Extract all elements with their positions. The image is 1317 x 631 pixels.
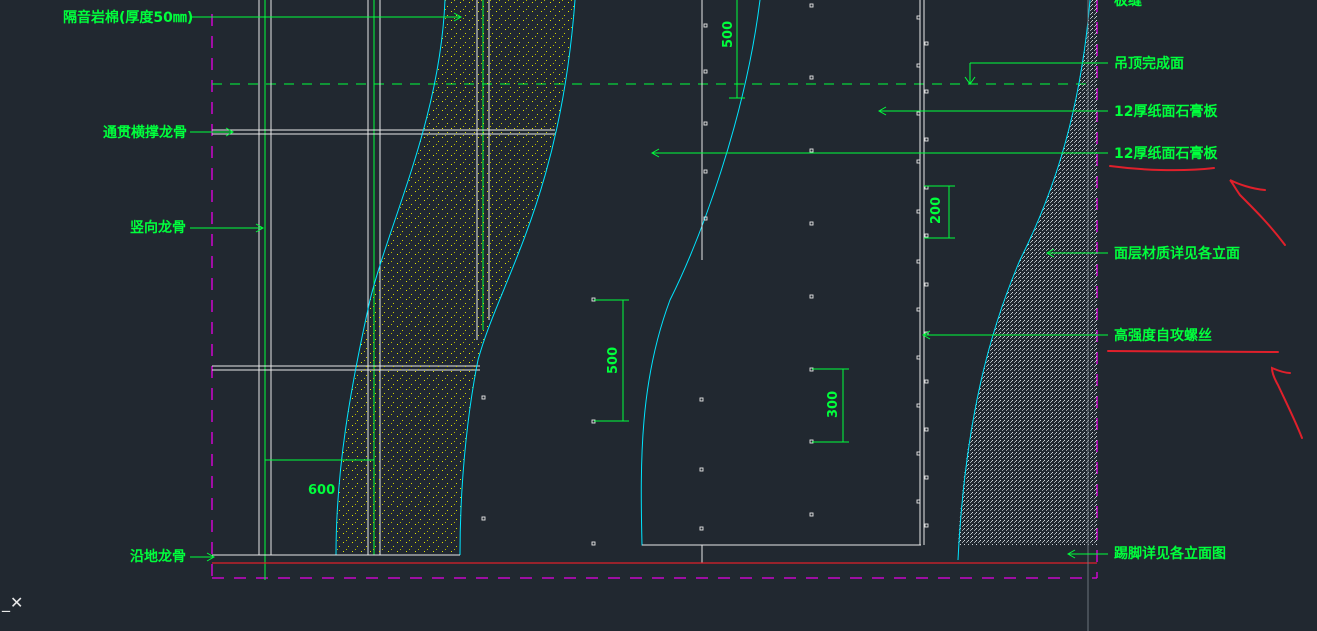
label-screws: 高强度自攻螺丝 [1114, 328, 1212, 344]
label-surface-material: 面层材质详见各立面 [1114, 246, 1240, 262]
label-gypsum-board-1: 12厚纸面石膏板 [1114, 104, 1218, 120]
label-skirting: 踢脚详见各立面图 [1114, 546, 1226, 562]
markup-annotations [1107, 165, 1303, 439]
surface-finish-layer [958, 0, 1097, 545]
label-gypsum-board-2: 12厚纸面石膏板 [1114, 146, 1218, 162]
insulation-layer [336, 0, 575, 555]
dim-top-board-span: 500 [721, 20, 736, 48]
label-board-joint: 板缝 [1114, 0, 1142, 9]
label-cross-bracing-keel: 通贯横撑龙骨 [103, 125, 187, 141]
label-floor-keel: 沿地龙骨 [130, 549, 186, 565]
label-insulation: 隔音岩棉(厚度50㎜) [63, 10, 194, 26]
dim-keel-spacing: 600 [308, 483, 336, 498]
label-vertical-keel: 竖向龙骨 [130, 220, 186, 236]
dim-screw-pitch-field-left: 500 [606, 346, 621, 374]
cad-drawing-canvas [190, 0, 1303, 631]
label-ceiling-finish: 吊顶完成面 [1114, 56, 1184, 72]
dim-screw-pitch-field-center: 300 [826, 390, 841, 418]
ucs-cross-icon: _✕ [2, 593, 24, 612]
board-cut-line-1 [640, 0, 921, 546]
dim-screw-pitch-edge: 200 [929, 196, 944, 224]
